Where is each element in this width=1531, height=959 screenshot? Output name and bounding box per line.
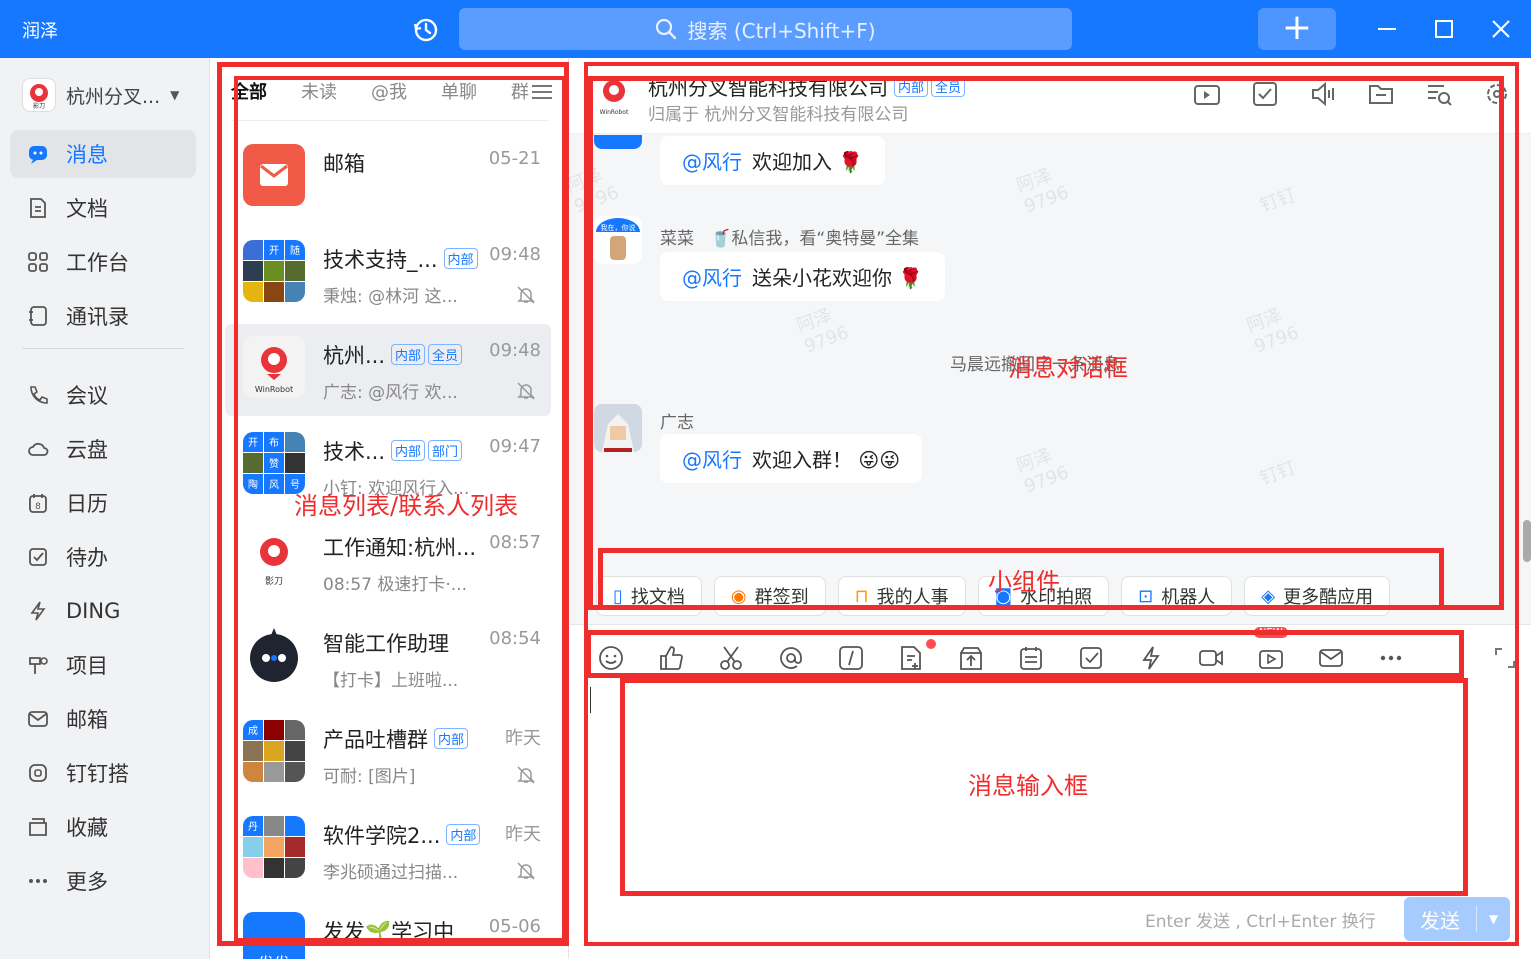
minimize-icon[interactable] — [1370, 12, 1404, 46]
more-icon — [26, 869, 50, 893]
nav-label: 云盘 — [66, 438, 108, 462]
nav-label: 工作台 — [66, 251, 129, 275]
todo-icon — [26, 545, 50, 569]
nav-item-contacts[interactable]: 通讯录 — [10, 292, 196, 340]
message-icon — [26, 142, 50, 166]
annotation-label-chat: 消息对话框 — [1008, 354, 1128, 382]
nav-item-message[interactable]: 消息 — [10, 130, 196, 178]
search-icon — [656, 18, 677, 40]
lightning-icon — [26, 599, 50, 623]
create-button[interactable]: + — [1258, 8, 1336, 50]
calendar-icon: 8 — [26, 491, 50, 515]
org-switcher[interactable]: 影刀 杭州分叉... ▼ — [22, 78, 179, 112]
title-bar: 润泽 搜索 (Ctrl+Shift+F) + — [0, 0, 1531, 58]
annotation-box-toolbar — [586, 630, 1464, 678]
history-icon[interactable] — [412, 16, 440, 44]
nav-item-project[interactable]: 项目 — [10, 641, 196, 689]
annotation-label-list: 消息列表/联系人列表 — [294, 492, 519, 520]
project-icon — [26, 653, 50, 677]
search-box[interactable]: 搜索 (Ctrl+Shift+F) — [459, 8, 1072, 50]
nav-label: 文档 — [66, 197, 108, 221]
annotation-label-input: 消息输入框 — [968, 772, 1088, 800]
grid-icon — [26, 250, 50, 274]
nav-label: 消息 — [66, 143, 108, 167]
left-sidebar: 影刀 杭州分叉... ▼ 消息 文档 工作台 通讯录 会议 云盘 8 日历 待办… — [0, 58, 210, 959]
doc-icon — [26, 196, 50, 220]
caret-down-icon: ▼ — [170, 88, 180, 102]
nav-label: 收藏 — [66, 816, 108, 840]
annotation-box-chat — [588, 76, 1504, 610]
app-title: 润泽 — [22, 21, 58, 42]
org-logo: 影刀 — [22, 78, 56, 112]
cloud-icon — [26, 437, 50, 461]
nav-label: 会议 — [66, 384, 108, 408]
nav-item-more[interactable]: 更多 — [10, 857, 196, 905]
nav-list: 消息 文档 工作台 通讯录 会议 云盘 8 日历 待办 DING 项目 邮箱 钉… — [10, 130, 196, 911]
nav-item-favorites[interactable]: 收藏 — [10, 803, 196, 851]
nav-item-docs[interactable]: 文档 — [10, 184, 196, 232]
contacts-icon — [26, 304, 50, 328]
close-icon[interactable] — [1484, 12, 1518, 46]
nav-item-ding[interactable]: DING — [10, 587, 196, 635]
phone-icon — [26, 383, 50, 407]
nav-item-workbench[interactable]: 工作台 — [10, 238, 196, 286]
nav-divider — [22, 348, 184, 349]
nav-label: 邮箱 — [66, 708, 108, 732]
nav-label: 更多 — [66, 870, 108, 894]
build-icon — [26, 761, 50, 785]
nav-item-todo[interactable]: 待办 — [10, 533, 196, 581]
nav-label: 通讯录 — [66, 305, 129, 329]
nav-item-meeting[interactable]: 会议 — [10, 371, 196, 419]
nav-label: DING — [66, 599, 121, 623]
svg-text:8: 8 — [35, 502, 41, 512]
nav-label: 钉钉搭 — [66, 762, 129, 786]
nav-item-dingda[interactable]: 钉钉搭 — [10, 749, 196, 797]
svg-text:影刀: 影刀 — [33, 102, 45, 109]
mail-icon — [26, 707, 50, 731]
search-placeholder: 搜索 (Ctrl+Shift+F) — [687, 18, 876, 43]
annotation-label-widgets: 小组件 — [988, 568, 1060, 596]
nav-label: 待办 — [66, 546, 108, 570]
nav-item-cloud[interactable]: 云盘 — [10, 425, 196, 473]
nav-label: 项目 — [66, 654, 108, 678]
nav-label: 日历 — [66, 492, 108, 516]
chat-scrollbar[interactable] — [1523, 520, 1531, 562]
maximize-icon[interactable] — [1427, 12, 1461, 46]
favorite-icon — [26, 815, 50, 839]
nav-item-mail[interactable]: 邮箱 — [10, 695, 196, 743]
nav-item-calendar[interactable]: 8 日历 — [10, 479, 196, 527]
org-name: 杭州分叉... — [66, 85, 161, 108]
